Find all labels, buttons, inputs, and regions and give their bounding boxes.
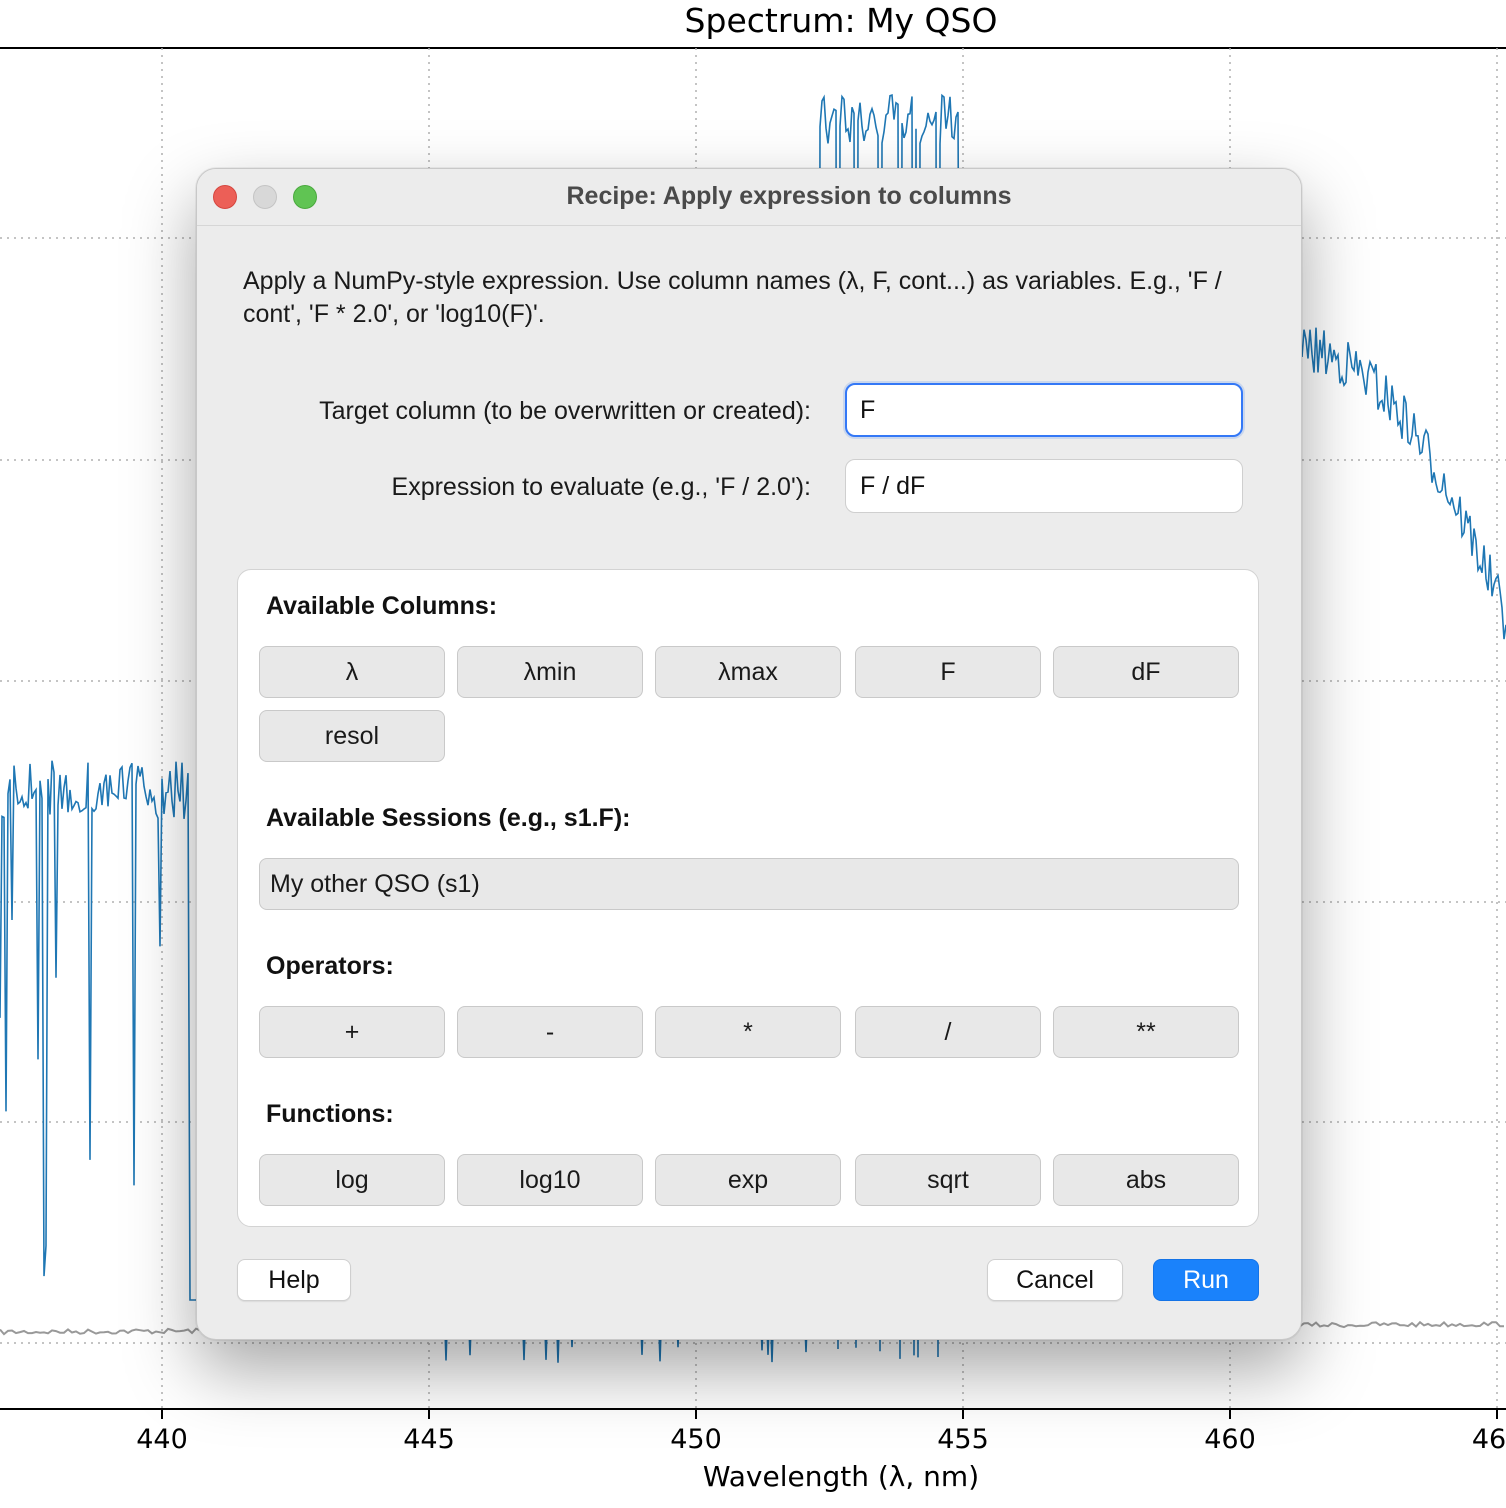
functions-title: Functions: xyxy=(266,1100,394,1128)
x-axis-label: Wavelength (λ, nm) xyxy=(702,1460,980,1493)
target-column-input[interactable] xyxy=(845,383,1243,437)
column-button-lambda-max[interactable]: λmax xyxy=(655,646,841,698)
operator-button-multiply[interactable]: * xyxy=(655,1006,841,1058)
column-button-f[interactable]: F xyxy=(855,646,1041,698)
apply-expression-dialog: Recipe: Apply expression to columns Appl… xyxy=(196,168,1302,1340)
expression-label: Expression to evaluate (e.g., 'F / 2.0')… xyxy=(391,473,811,501)
operator-button-minus[interactable]: - xyxy=(457,1006,643,1058)
operators-title: Operators: xyxy=(266,952,394,980)
dialog-titlebar[interactable]: Recipe: Apply expression to columns xyxy=(197,169,1301,226)
x-tick-label: 440 xyxy=(136,1424,188,1455)
plot-x-ticks xyxy=(161,1409,1498,1419)
operator-button-plus[interactable]: + xyxy=(259,1006,445,1058)
help-button[interactable]: Help xyxy=(237,1259,351,1301)
function-button-sqrt[interactable]: sqrt xyxy=(855,1154,1041,1206)
column-button-resol[interactable]: resol xyxy=(259,710,445,762)
x-tick-label: 445 xyxy=(403,1424,455,1455)
session-button-s1[interactable]: My other QSO (s1) xyxy=(259,858,1239,910)
function-button-log[interactable]: log xyxy=(259,1154,445,1206)
operator-button-divide[interactable]: / xyxy=(855,1006,1041,1058)
function-button-abs[interactable]: abs xyxy=(1053,1154,1239,1206)
function-button-log10[interactable]: log10 xyxy=(457,1154,643,1206)
x-tick-label: 460 xyxy=(1204,1424,1256,1455)
operator-button-power[interactable]: ** xyxy=(1053,1006,1239,1058)
dialog-title: Recipe: Apply expression to columns xyxy=(566,182,1012,210)
available-columns-title: Available Columns: xyxy=(266,592,498,620)
column-button-df[interactable]: dF xyxy=(1053,646,1239,698)
x-tick-label: 450 xyxy=(670,1424,722,1455)
expression-palette: Available Columns: λ λmin λmax F dF reso… xyxy=(237,569,1259,1227)
dialog-description: Apply a NumPy-style expression. Use colu… xyxy=(243,267,1222,328)
column-button-lambda[interactable]: λ xyxy=(259,646,445,698)
run-button[interactable]: Run xyxy=(1153,1259,1259,1301)
target-column-label: Target column (to be overwritten or crea… xyxy=(319,397,811,425)
column-button-lambda-min[interactable]: λmin xyxy=(457,646,643,698)
function-button-exp[interactable]: exp xyxy=(655,1154,841,1206)
x-tick-label: 46 xyxy=(1471,1424,1506,1455)
cancel-button[interactable]: Cancel xyxy=(987,1259,1123,1301)
expression-input[interactable] xyxy=(845,459,1243,513)
available-sessions-title: Available Sessions (e.g., s1.F): xyxy=(266,804,631,832)
x-tick-label: 455 xyxy=(937,1424,989,1455)
